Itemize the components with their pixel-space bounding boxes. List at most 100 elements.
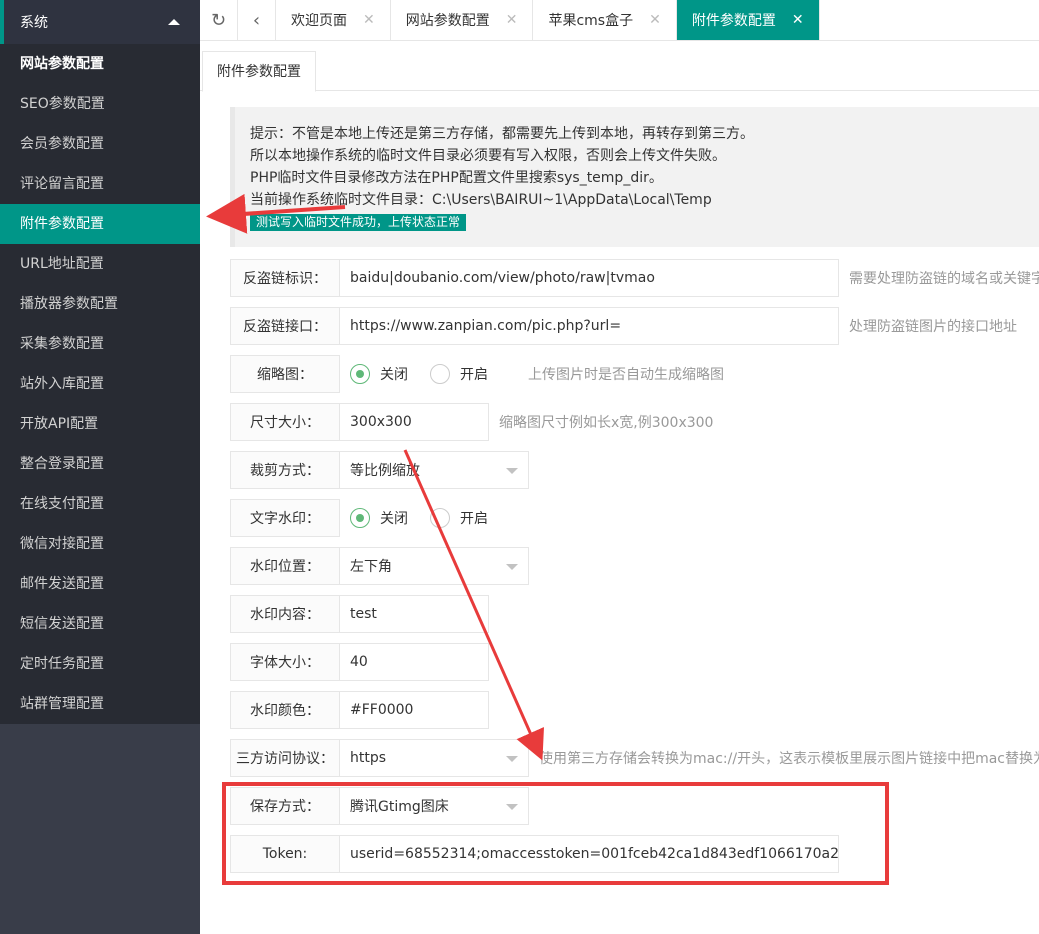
watermark-label: 文字水印： [230, 499, 340, 537]
watermark-radio-off[interactable]: 关闭 [350, 508, 408, 528]
antileech-hint: 需要处理防盗链的域名或关键字 [849, 271, 1039, 287]
sidebar: 系统 网站参数配置 SEO参数配置 会员参数配置 评论留言配置 附件参数配置 U… [0, 0, 200, 934]
sidebar-item-player-config[interactable]: 播放器参数配置 [0, 284, 200, 324]
wm-text-input[interactable]: test [340, 595, 489, 633]
watermark-radio-group: 关闭 开启 [340, 499, 510, 537]
sidebar-item-import-config[interactable]: 站外入库配置 [0, 364, 200, 404]
antileech-input[interactable]: baidu|doubanio.com/view/photo/raw|tvmao [340, 259, 839, 297]
chevron-down-icon [506, 756, 518, 762]
sidebar-item-pay-config[interactable]: 在线支付配置 [0, 484, 200, 524]
form-row-protocol: 三方访问协议： https 使用第三方存储会转换为mac://开头，这表示模板里… [230, 739, 1039, 777]
tab-label: 网站参数配置 [405, 13, 490, 29]
form-row-antileech-api: 反盗链接口： https://www.zanpian.com/pic.php?u… [230, 307, 1017, 345]
protocol-hint: 使用第三方存储会转换为mac://开头，这表示模板里展示图片链接中把mac替换为 [539, 751, 1039, 767]
wm-pos-label: 水印位置： [230, 547, 340, 585]
wm-color-input[interactable]: #FF0000 [340, 691, 489, 729]
sidebar-item-login-config[interactable]: 整合登录配置 [0, 444, 200, 484]
protocol-select[interactable]: https [340, 739, 529, 777]
protocol-select-value: https [350, 750, 387, 766]
form-row-font-size: 字体大小： 40 [230, 643, 489, 681]
sidebar-item-wechat-config[interactable]: 微信对接配置 [0, 524, 200, 564]
protocol-label: 三方访问协议： [230, 739, 340, 777]
sidebar-section-label: 系统 [20, 15, 48, 31]
wm-pos-select-value: 左下角 [350, 559, 392, 575]
notice-line: PHP临时文件目录修改方法在PHP配置文件里搜索sys_temp_dir。 [250, 170, 663, 186]
close-icon[interactable]: ✕ [363, 12, 375, 28]
tab-welcome[interactable]: 欢迎页面 ✕ [276, 0, 391, 40]
close-icon[interactable]: ✕ [649, 12, 661, 28]
radio-checked-icon [350, 508, 370, 528]
notice-box: 提示：不管是本地上传还是第三方存储，都需要先上传到本地，再转存到第三方。 所以本… [230, 107, 1039, 247]
size-label: 尺寸大小： [230, 403, 340, 441]
sidebar-item-collect-config[interactable]: 采集参数配置 [0, 324, 200, 364]
sidebar-item-cron-config[interactable]: 定时任务配置 [0, 644, 200, 684]
sidebar-item-seo-config[interactable]: SEO参数配置 [0, 84, 200, 124]
radio-checked-icon [350, 364, 370, 384]
form-row-wm-color: 水印颜色： #FF0000 [230, 691, 489, 729]
caret-up-icon [168, 19, 180, 25]
form-row-thumb: 缩略图： 关闭 开启 上传图片时是否自动生成缩略图 [230, 355, 724, 393]
tab-bar: ↻ ‹ 欢迎页面 ✕ 网站参数配置 ✕ 苹果cms盒子 ✕ 附件参数配置 ✕ [200, 0, 1039, 41]
refresh-icon[interactable]: ↻ [200, 0, 238, 40]
status-badge: 测试写入临时文件成功，上传状态正常 [250, 214, 467, 231]
radio-label: 开启 [460, 511, 488, 527]
sidebar-item-api-config[interactable]: 开放API配置 [0, 404, 200, 444]
form-row-watermark: 文字水印： 关闭 开启 [230, 499, 510, 537]
main-content: 附件参数配置 提示：不管是本地上传还是第三方存储，都需要先上传到本地，再转存到第… [200, 41, 1039, 934]
wm-text-label: 水印内容： [230, 595, 340, 633]
tab-attachment-config[interactable]: 附件参数配置 ✕ [676, 0, 820, 40]
chevron-down-icon [506, 564, 518, 570]
tab-site-config[interactable]: 网站参数配置 ✕ [391, 0, 534, 40]
sidebar-item-sitegroup-config[interactable]: 站群管理配置 [0, 684, 200, 724]
sidebar-section-system[interactable]: 系统 [0, 0, 200, 44]
wm-color-label: 水印颜色： [230, 691, 340, 729]
radio-unchecked-icon [430, 364, 450, 384]
watermark-radio-on[interactable]: 开启 [430, 508, 488, 528]
tab-cms-box[interactable]: 苹果cms盒子 ✕ [533, 0, 677, 40]
crop-label: 裁剪方式： [230, 451, 340, 489]
sidebar-item-sms-config[interactable]: 短信发送配置 [0, 604, 200, 644]
notice-line: 当前操作系统临时文件目录：C:\Users\BAIRUI~1\AppData\L… [250, 192, 712, 208]
radio-label: 关闭 [380, 367, 408, 383]
form-row-crop: 裁剪方式： 等比例缩放 [230, 451, 529, 489]
sidebar-item-attachment-config[interactable]: 附件参数配置 [0, 204, 200, 244]
thumb-hint: 上传图片时是否自动生成缩略图 [528, 367, 724, 383]
chevron-left-icon[interactable]: ‹ [238, 0, 276, 40]
tab-label: 欢迎页面 [291, 13, 347, 29]
subtab-bar: 附件参数配置 [200, 51, 1039, 92]
crop-select[interactable]: 等比例缩放 [340, 451, 529, 489]
tab-label: 苹果cms盒子 [548, 13, 634, 29]
radio-unchecked-icon [430, 508, 450, 528]
notice-line: 所以本地操作系统的临时文件目录必须要有写入权限，否则会上传文件失败。 [250, 148, 726, 164]
thumb-radio-on[interactable]: 开启 [430, 364, 488, 384]
antileech-label: 反盗链标识： [230, 259, 340, 297]
wm-pos-select[interactable]: 左下角 [340, 547, 529, 585]
sidebar-item-site-config[interactable]: 网站参数配置 [0, 44, 200, 84]
sidebar-item-url-config[interactable]: URL地址配置 [0, 244, 200, 284]
radio-label: 关闭 [380, 511, 408, 527]
antileech-api-hint: 处理防盗链图片的接口地址 [849, 319, 1017, 335]
form-row-antileech: 反盗链标识： baidu|doubanio.com/view/photo/raw… [230, 259, 1039, 297]
antileech-api-input[interactable]: https://www.zanpian.com/pic.php?url= [340, 307, 839, 345]
font-size-label: 字体大小： [230, 643, 340, 681]
chevron-down-icon [506, 468, 518, 474]
sidebar-list: 网站参数配置 SEO参数配置 会员参数配置 评论留言配置 附件参数配置 URL地… [0, 44, 200, 724]
form-row-size: 尺寸大小： 300x300 缩略图尺寸例如长x宽,例300x300 [230, 403, 713, 441]
close-icon[interactable]: ✕ [506, 12, 518, 28]
thumb-label: 缩略图： [230, 355, 340, 393]
size-hint: 缩略图尺寸例如长x宽,例300x300 [499, 415, 714, 431]
sidebar-item-email-config[interactable]: 邮件发送配置 [0, 564, 200, 604]
highlight-box [222, 782, 889, 885]
sidebar-item-member-config[interactable]: 会员参数配置 [0, 124, 200, 164]
thumb-radio-off[interactable]: 关闭 [350, 364, 408, 384]
form-row-wm-text: 水印内容： test [230, 595, 489, 633]
tab-label: 附件参数配置 [691, 13, 776, 29]
close-icon[interactable]: ✕ [792, 12, 804, 28]
subtab-attachment-config[interactable]: 附件参数配置 [202, 51, 316, 92]
size-input[interactable]: 300x300 [340, 403, 489, 441]
radio-label: 开启 [460, 367, 488, 383]
form-row-wm-pos: 水印位置： 左下角 [230, 547, 529, 585]
font-size-input[interactable]: 40 [340, 643, 489, 681]
antileech-api-label: 反盗链接口： [230, 307, 340, 345]
sidebar-item-comment-config[interactable]: 评论留言配置 [0, 164, 200, 204]
